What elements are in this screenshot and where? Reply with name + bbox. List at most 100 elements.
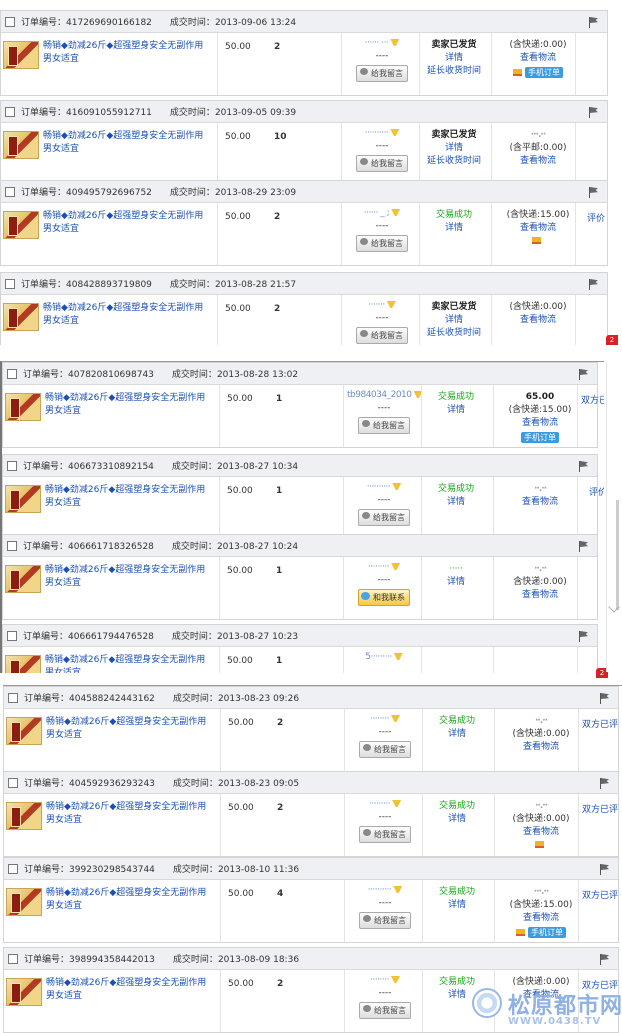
- view-logistics-link[interactable]: 查看物流: [497, 222, 579, 235]
- product-thumbnail[interactable]: [6, 802, 42, 830]
- order-checkbox[interactable]: [7, 540, 17, 551]
- detail-link[interactable]: 详情: [445, 143, 463, 153]
- product-title-link[interactable]: 畅销◆劲减26斤◆超强塑身安全无副作用男女适宜: [43, 302, 211, 328]
- flag-icon[interactable]: [589, 279, 599, 290]
- view-logistics-link[interactable]: 查看物流: [499, 417, 581, 430]
- flag-icon[interactable]: [579, 369, 589, 380]
- order-checkbox[interactable]: [8, 953, 18, 964]
- leave-message-button[interactable]: 给我留言: [356, 235, 408, 252]
- order-checkbox[interactable]: [7, 630, 17, 641]
- product-title-link[interactable]: 畅销◆劲减26斤◆超强塑身安全无副作用男女适宜: [43, 40, 211, 66]
- view-logistics-link[interactable]: 查看物流: [497, 52, 579, 65]
- product-thumbnail[interactable]: [3, 303, 39, 331]
- flag-icon[interactable]: [579, 631, 589, 642]
- leave-message-button[interactable]: 给我留言: [356, 155, 408, 172]
- seller-name[interactable]: ·······: [345, 299, 419, 312]
- flag-icon[interactable]: [600, 778, 610, 789]
- detail-link[interactable]: 详情: [448, 990, 466, 1000]
- evaluation-link[interactable]: 评价: [581, 485, 604, 498]
- product-thumbnail[interactable]: [5, 655, 41, 673]
- wangwang-icon[interactable]: [390, 715, 400, 722]
- detail-link[interactable]: 详情: [447, 405, 465, 415]
- view-logistics-link[interactable]: 查看物流: [497, 155, 579, 168]
- view-logistics-link[interactable]: 查看物流: [499, 589, 581, 602]
- product-thumbnail[interactable]: [6, 888, 42, 916]
- order-checkbox[interactable]: [5, 186, 15, 197]
- flag-icon[interactable]: [589, 17, 599, 28]
- leave-message-button[interactable]: 给我留言: [359, 741, 411, 758]
- wangwang-icon[interactable]: [386, 301, 396, 308]
- product-title-link[interactable]: 畅销◆劲减26斤◆超强塑身安全无副作用男女适宜: [45, 654, 213, 673]
- seller-name[interactable]: ··········: [347, 481, 421, 494]
- flag-icon[interactable]: [589, 107, 599, 118]
- seller-name[interactable]: ··········: [345, 127, 419, 140]
- product-thumbnail[interactable]: [3, 131, 39, 159]
- scrollbar-thumb[interactable]: [616, 500, 619, 610]
- seller-name[interactable]: ·········: [347, 561, 421, 574]
- product-title-link[interactable]: 畅销◆劲减26斤◆超强塑身安全无副作用男女适宜: [46, 801, 214, 827]
- product-title-link[interactable]: 畅销◆劲减26斤◆超强塑身安全无副作用男女适宜: [46, 977, 214, 1003]
- detail-link[interactable]: 详情: [447, 577, 465, 587]
- seller-name[interactable]: ······ ···: [345, 37, 419, 50]
- evaluation-link[interactable]: 双方已评: [582, 717, 618, 730]
- seller-name[interactable]: ··········: [348, 884, 422, 897]
- wangwang-icon[interactable]: [393, 653, 403, 660]
- wangwang-icon[interactable]: [392, 800, 402, 807]
- seller-name[interactable]: ········: [348, 974, 422, 987]
- detail-link[interactable]: 详情: [448, 900, 466, 910]
- flag-icon[interactable]: [600, 954, 610, 965]
- detail-link[interactable]: 详情: [447, 497, 465, 507]
- detail-link[interactable]: 详情: [445, 223, 463, 233]
- detail-link[interactable]: 详情: [448, 729, 466, 739]
- extend-receipt-link[interactable]: 延长收货时间: [419, 155, 489, 168]
- leave-message-button[interactable]: 给我留言: [356, 65, 408, 82]
- leave-message-button[interactable]: 给我留言: [359, 1002, 411, 1019]
- detail-link[interactable]: 详情: [448, 814, 466, 824]
- wangwang-icon[interactable]: [391, 209, 401, 216]
- seller-name[interactable]: tb984034_2010: [347, 389, 423, 402]
- leave-message-button[interactable]: 给我留言: [356, 327, 408, 344]
- contact-me-button[interactable]: 和我联系: [358, 589, 410, 606]
- wangwang-icon[interactable]: [391, 563, 401, 570]
- order-checkbox[interactable]: [7, 368, 17, 379]
- seller-name[interactable]: 5·········: [347, 651, 421, 664]
- view-logistics-link[interactable]: 查看物流: [500, 826, 582, 839]
- product-title-link[interactable]: 畅销◆劲减26斤◆超强塑身安全无副作用男女适宜: [45, 392, 213, 418]
- view-logistics-link[interactable]: 查看物流: [500, 741, 582, 754]
- evaluation-link[interactable]: 双方已评: [581, 393, 604, 406]
- order-checkbox[interactable]: [5, 278, 15, 289]
- order-checkbox[interactable]: [5, 16, 15, 27]
- seller-name[interactable]: ········: [348, 713, 422, 726]
- view-logistics-link[interactable]: 查看物流: [499, 496, 581, 509]
- product-thumbnail[interactable]: [3, 211, 39, 239]
- order-checkbox[interactable]: [8, 863, 18, 874]
- leave-message-button[interactable]: 给我留言: [359, 826, 411, 843]
- wangwang-icon[interactable]: [390, 976, 400, 983]
- product-thumbnail[interactable]: [5, 393, 41, 421]
- order-checkbox[interactable]: [5, 106, 15, 117]
- scrollbar[interactable]: [606, 362, 622, 672]
- flag-icon[interactable]: [579, 461, 589, 472]
- view-logistics-link[interactable]: 查看物流: [497, 314, 579, 327]
- product-title-link[interactable]: 畅销◆劲减26斤◆超强塑身安全无副作用男女适宜: [43, 130, 211, 156]
- wangwang-icon[interactable]: [390, 39, 400, 46]
- order-checkbox[interactable]: [8, 777, 18, 788]
- product-thumbnail[interactable]: [5, 485, 41, 513]
- product-thumbnail[interactable]: [6, 978, 42, 1006]
- leave-message-button[interactable]: 给我留言: [358, 417, 410, 434]
- product-title-link[interactable]: 畅销◆劲减26斤◆超强塑身安全无副作用男女适宜: [45, 484, 213, 510]
- product-thumbnail[interactable]: [5, 565, 41, 593]
- view-logistics-link[interactable]: 查看物流: [500, 912, 582, 925]
- detail-link[interactable]: 详情: [445, 53, 463, 63]
- feedback-tab[interactable]: 2: [606, 335, 618, 345]
- wangwang-icon[interactable]: [392, 483, 402, 490]
- seller-name[interactable]: ·········: [348, 798, 422, 811]
- product-title-link[interactable]: 畅销◆劲减26斤◆超强塑身安全无副作用男女适宜: [45, 564, 213, 590]
- leave-message-button[interactable]: 给我留言: [359, 912, 411, 929]
- flag-icon[interactable]: [589, 187, 599, 198]
- detail-link[interactable]: 详情: [445, 315, 463, 325]
- evaluation-link[interactable]: 评价: [579, 211, 613, 224]
- wangwang-icon[interactable]: [390, 129, 400, 136]
- evaluation-link[interactable]: 双方已评: [582, 888, 618, 901]
- flag-icon[interactable]: [600, 693, 610, 704]
